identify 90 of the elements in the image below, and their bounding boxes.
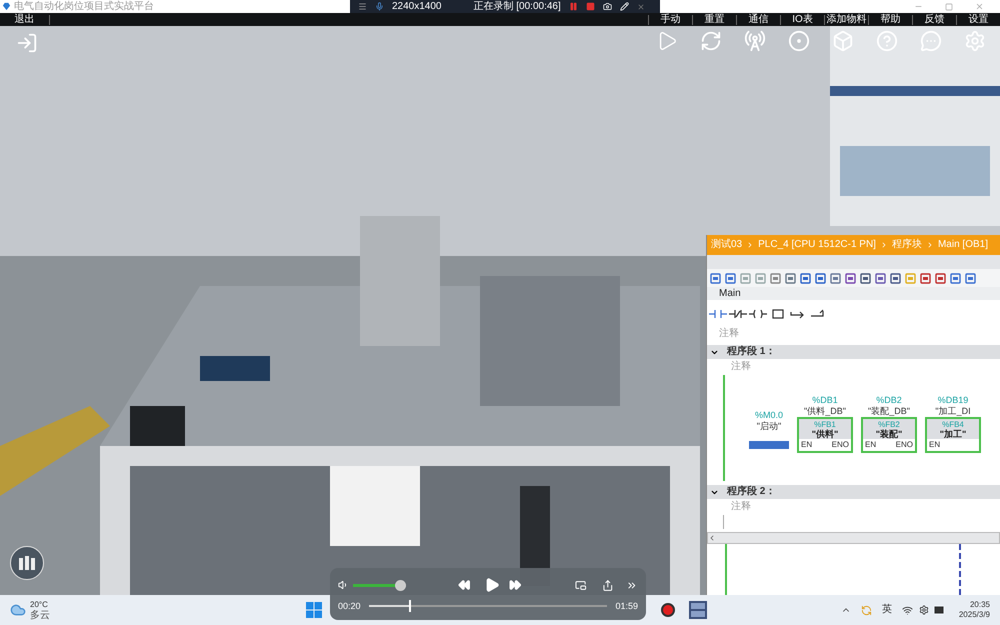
microphone-icon[interactable] [375, 2, 384, 11]
pin-label: ENO [832, 439, 849, 451]
function-block[interactable]: %FB1 "供料" EN ENO [797, 417, 853, 453]
function-block[interactable]: %FB4 "加工" EN [925, 417, 981, 453]
progress-bar[interactable] [368, 600, 608, 612]
toolbar-icon[interactable] [965, 272, 976, 284]
pin-label: ENO [896, 439, 913, 451]
toolbar-icon[interactable] [800, 272, 811, 284]
db-address: %DB19 [938, 395, 968, 406]
input-method-indicator[interactable]: 英 [882, 605, 892, 615]
menu-item[interactable]: IO表 [780, 14, 824, 24]
wifi-icon[interactable] [902, 604, 913, 616]
db-address: %DB1 [812, 395, 838, 406]
menu-item[interactable]: 反馈 [912, 14, 956, 24]
play-icon[interactable] [484, 576, 500, 594]
scroll-left-icon[interactable] [708, 534, 716, 542]
temperature: 20°C [30, 600, 49, 610]
fb-name: "供料" [812, 428, 838, 438]
fast-forward-icon[interactable] [508, 578, 522, 592]
menu-item[interactable]: 通信 [736, 14, 780, 24]
fb-name: "装配" [876, 428, 902, 438]
menu-item[interactable]: 添加物料 [824, 14, 868, 24]
pin-label: EN [865, 439, 876, 451]
volume-icon[interactable] [338, 579, 349, 591]
share-icon[interactable] [602, 578, 614, 592]
recording-resolution: 2240x1400 [392, 2, 442, 12]
db-name: "装配_DB" [868, 406, 910, 417]
horizontal-scrollbar[interactable] [707, 532, 1000, 544]
menu-icon[interactable] [358, 2, 367, 11]
toolbar-icon[interactable] [920, 272, 931, 284]
rewind-icon[interactable] [458, 578, 471, 592]
network-header[interactable]: 程序段 2： [707, 485, 1000, 499]
ladder-element-icon[interactable] [729, 309, 747, 319]
pin-label: EN [801, 439, 812, 451]
app-logo-icon [2, 2, 11, 11]
recording-status: 正在录制 [00:00:46] [474, 2, 561, 12]
fb-name: "加工" [940, 428, 966, 438]
toolbar-icon[interactable] [815, 272, 826, 284]
start-icon[interactable] [306, 602, 322, 618]
tia-portal-taskbar-icon[interactable] [689, 601, 707, 619]
toolbar-icon[interactable] [845, 272, 856, 284]
network-header[interactable]: 程序段 1： [707, 345, 1000, 359]
toolbar-icon[interactable] [950, 272, 961, 284]
network-comment: 注释 [730, 360, 752, 374]
total-time: 01:59 [615, 602, 638, 610]
pause-icon[interactable] [568, 2, 578, 11]
ladder-element-icon[interactable] [749, 309, 767, 319]
picture-in-picture-icon[interactable] [575, 578, 587, 592]
network-title: 程序段 2： [727, 487, 776, 497]
block-comment: 注释 [718, 327, 740, 341]
toolbar-icon[interactable] [860, 272, 871, 284]
clock-time: 20:35 [970, 600, 990, 610]
pin-label: EN [929, 439, 940, 451]
weather-icon[interactable] [10, 602, 26, 618]
menu-item[interactable]: 帮助 [868, 14, 912, 24]
toolbar-icon[interactable] [890, 272, 901, 284]
fb-address: %FB2 [878, 420, 900, 428]
toolbar-icon[interactable] [710, 272, 721, 284]
weather-condition: 多云 [30, 610, 50, 620]
volume-slider[interactable] [352, 580, 406, 590]
stop-icon[interactable] [586, 2, 595, 11]
toolbar-icon[interactable] [725, 272, 736, 284]
toolbar-icon[interactable] [770, 272, 781, 284]
contact-name: "启动" [756, 421, 782, 432]
fb-address: %FB4 [942, 420, 964, 428]
db-address: %DB2 [876, 395, 902, 406]
menu-item[interactable]: 重置 [692, 14, 736, 24]
fb-address: %FB1 [814, 420, 836, 428]
contact-address: %M0.0 [754, 410, 783, 421]
network-comment: 注释 [730, 500, 752, 514]
toolbar-icon[interactable] [935, 272, 946, 284]
function-block[interactable]: %FB2 "装配" EN ENO [861, 417, 917, 453]
db-name: "供料_DB" [804, 406, 846, 417]
menu-item[interactable]: 设置 [956, 14, 1000, 24]
toolbar-icon[interactable] [830, 272, 841, 284]
recorder-taskbar-icon[interactable] [661, 603, 675, 617]
network-title: 程序段 1： [727, 347, 776, 357]
gear-icon[interactable] [918, 605, 929, 615]
toolbar-icon[interactable] [785, 272, 796, 284]
window-title: 电气自动化岗位项目式实战平台 [14, 2, 154, 12]
clock-date: 2025/3/9 [958, 610, 990, 620]
close-icon[interactable] [636, 2, 645, 10]
db-name: "加工_DI [935, 406, 971, 417]
current-time: 00:20 [338, 602, 361, 610]
pencil-icon[interactable] [620, 2, 629, 11]
toolbar-icon[interactable] [875, 272, 886, 284]
block-name: Main [719, 288, 741, 298]
menu-item[interactable]: 手动 [648, 14, 692, 24]
menu-item[interactable]: 退出 [14, 14, 34, 24]
camera-icon[interactable] [602, 2, 612, 11]
